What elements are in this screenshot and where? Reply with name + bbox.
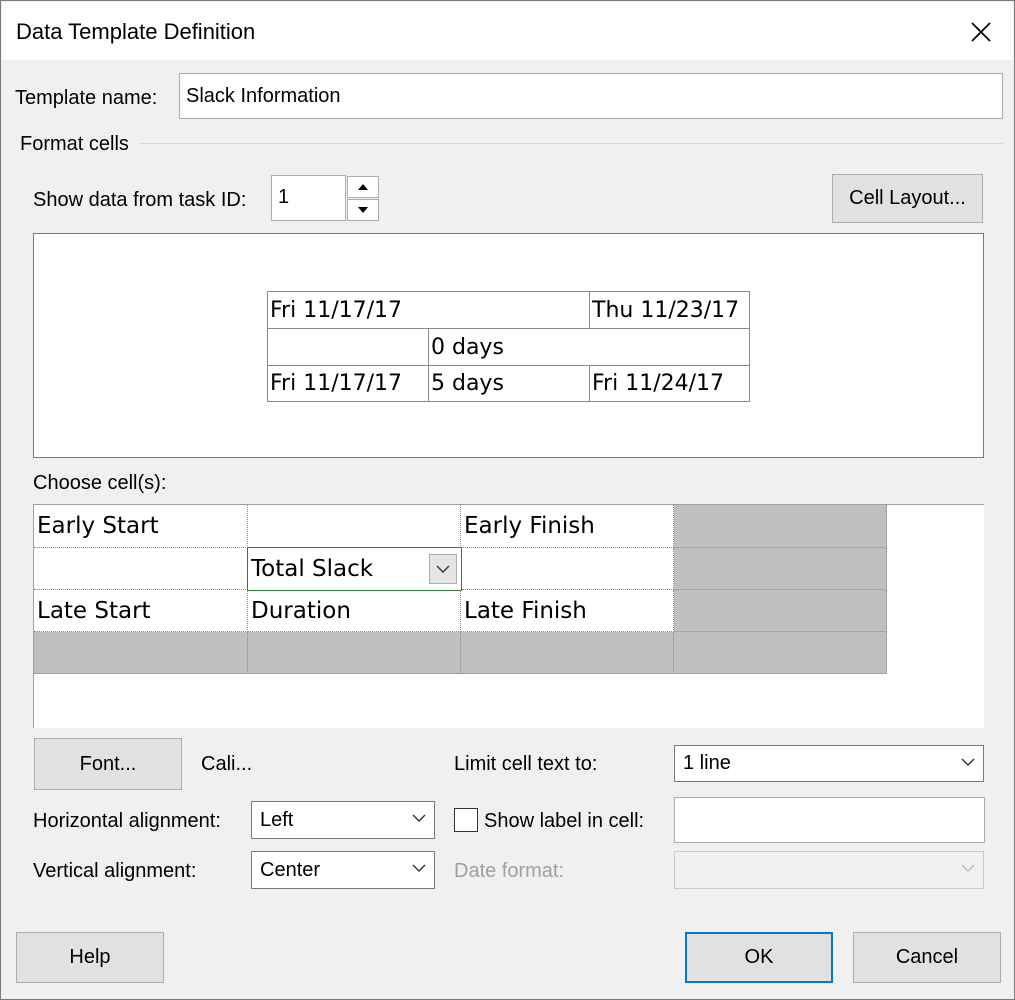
cell-r3c1[interactable]: Late Start [34,590,248,632]
preview-late-start: Fri 11/17/17 [267,365,429,402]
cell-r2c1[interactable] [34,548,248,590]
cell-r3c2[interactable]: Duration [248,590,461,632]
cell-r3c3[interactable]: Late Finish [461,590,674,632]
task-id-down-button[interactable] [347,199,379,221]
show-label-checkbox[interactable] [454,808,478,832]
arrow-up-icon [358,184,368,190]
vertical-alignment-select[interactable]: Center [251,851,435,889]
horizontal-alignment-value: Left [260,808,294,831]
cell-r1c1[interactable]: Early Start [34,505,248,548]
font-button[interactable]: Font... [34,738,182,790]
cell-layout-button[interactable]: Cell Layout... [832,174,983,223]
help-button[interactable]: Help [16,932,164,983]
cell-r2c2-value: Total Slack [251,556,374,582]
cell-chooser-grid: Early Start Early Finish Total Slack Lat… [33,504,984,728]
preview-late-finish: Fri 11/24/17 [589,365,750,402]
cell-field-dropdown-button[interactable] [429,554,457,584]
arrow-down-icon [358,207,368,213]
format-cells-divider [139,143,1003,144]
chevron-down-icon [436,565,450,573]
task-id-label: Show data from task ID: [33,189,247,211]
template-name-value: Slack Information [186,84,341,107]
preview-total-slack: 0 days [428,328,750,366]
horizontal-alignment-label: Horizontal alignment: [33,810,221,832]
vertical-alignment-label: Vertical alignment: [33,860,197,882]
task-id-input[interactable]: 1 [271,175,346,221]
preview-early-start: Fri 11/17/17 [267,291,590,329]
cancel-button[interactable]: Cancel [853,932,1001,983]
chevron-down-icon [412,814,426,822]
date-format-label: Date format: [454,860,565,882]
close-icon [971,22,991,42]
font-name: Cali... [201,753,253,775]
template-name-label: Template name: [15,87,158,109]
cell-r2c2-selected[interactable]: Total Slack [247,547,462,591]
data-template-dialog: Data Template Definition Template name: … [0,0,1015,1000]
preview-early-finish: Thu 11/23/17 [589,291,750,329]
horizontal-alignment-select[interactable]: Left [251,801,435,839]
vertical-alignment-value: Center [260,858,321,881]
cell-r2c3[interactable] [462,548,674,590]
ok-button[interactable]: OK [685,932,833,983]
limit-cell-text-select[interactable]: 1 line [674,745,984,782]
template-name-input[interactable]: Slack Information [179,73,1003,119]
date-format-select [674,851,984,889]
cell-r4c1 [34,632,248,674]
task-id-value: 1 [278,186,290,208]
title-bar: Data Template Definition [2,2,1013,60]
chevron-down-icon [961,864,975,872]
format-cells-label: Format cells [20,133,129,155]
task-id-up-button[interactable] [347,176,379,198]
preview-empty-cell [267,328,429,366]
cell-r1c2[interactable] [248,505,461,548]
close-button[interactable] [961,12,1001,52]
cell-r4c2 [248,632,461,674]
cell-r2c4 [674,548,887,590]
dialog-title: Data Template Definition [16,19,256,44]
chevron-down-icon [961,758,975,766]
show-label-input[interactable] [674,797,985,843]
template-preview: Fri 11/17/17 Thu 11/23/17 0 days Fri 11/… [33,233,984,458]
show-label-label: Show label in cell: [484,810,645,832]
limit-cell-text-label: Limit cell text to: [454,753,598,775]
preview-duration: 5 days [428,365,590,402]
cell-r4c4 [674,632,887,674]
cell-r3c4 [674,590,887,632]
cell-r1c4 [674,505,887,548]
limit-cell-text-value: 1 line [683,752,731,774]
cell-r4c3 [461,632,674,674]
choose-cells-label: Choose cell(s): [33,472,167,494]
cell-r1c3[interactable]: Early Finish [461,505,674,548]
chevron-down-icon [412,864,426,872]
